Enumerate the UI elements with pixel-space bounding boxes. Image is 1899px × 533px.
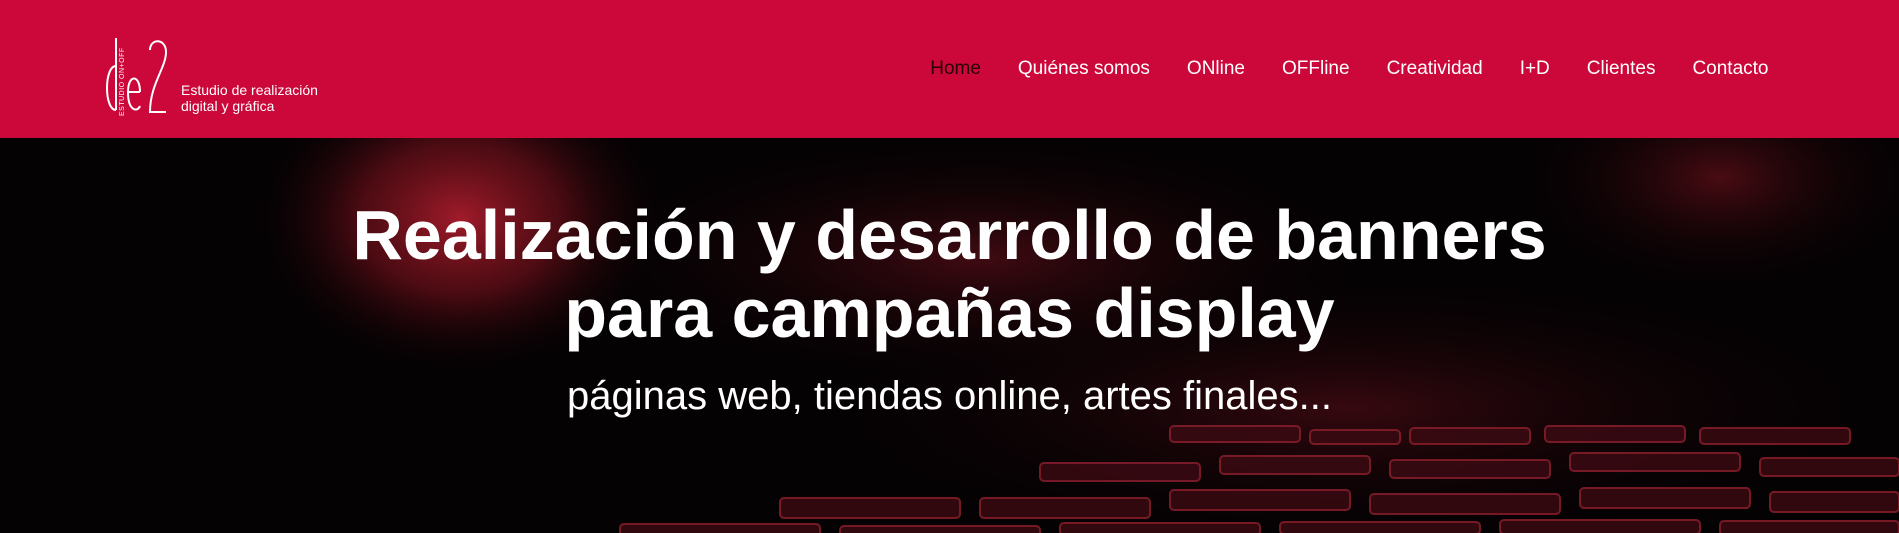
- de2-logo-icon: ESTUDIO ON+OFF: [106, 38, 168, 116]
- tagline-line-1: Estudio de realización: [181, 82, 318, 98]
- nav-item-i-d[interactable]: I+D: [1501, 57, 1568, 81]
- logo-vertical-text: ESTUDIO ON+OFF: [119, 47, 126, 116]
- nav-item-home[interactable]: Home: [912, 57, 1000, 81]
- nav-item-online[interactable]: ONline: [1168, 57, 1263, 81]
- nav-item-clientes[interactable]: Clientes: [1568, 57, 1674, 81]
- site-header: ESTUDIO ON+OFF Estudio de realización di…: [0, 0, 1899, 138]
- hero-title: Realización y desarrollo de banners para…: [0, 196, 1899, 352]
- hero-subtitle: páginas web, tiendas online, artes final…: [567, 374, 1332, 418]
- hero-title-line-1: Realización y desarrollo de banners: [352, 196, 1547, 274]
- hero-title-line-2: para campañas display: [564, 274, 1335, 352]
- logo[interactable]: ESTUDIO ON+OFF Estudio de realización di…: [104, 22, 344, 118]
- tagline-line-2: digital y gráfica: [181, 98, 275, 114]
- hero-section: Realización y desarrollo de banners para…: [0, 138, 1899, 533]
- nav-item-creatividad[interactable]: Creatividad: [1368, 57, 1501, 81]
- main-nav: Home Quiénes somos ONline OFFline Creati…: [912, 0, 1787, 138]
- logo-tagline: Estudio de realización digital y gráfica: [181, 82, 318, 114]
- nav-item-offline[interactable]: OFFline: [1264, 57, 1369, 81]
- nav-item-quienes-somos[interactable]: Quiénes somos: [999, 57, 1168, 81]
- nav-item-contacto[interactable]: Contacto: [1674, 57, 1787, 81]
